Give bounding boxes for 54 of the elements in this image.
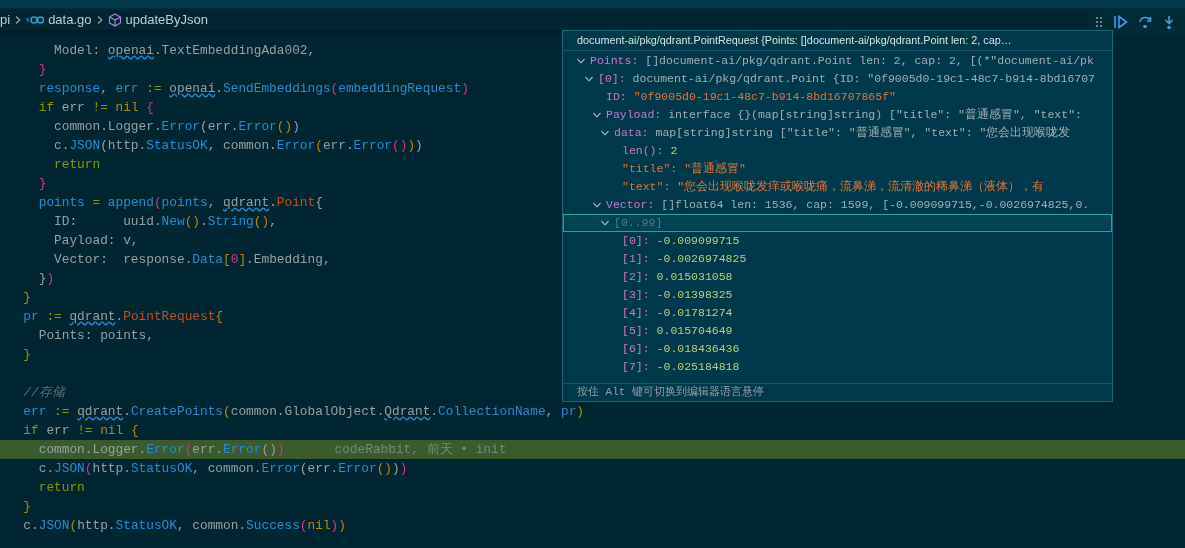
- code-line: points = append(points, qdrant.Point{: [37, 193, 323, 212]
- code-line: }: [22, 497, 32, 516]
- code-line: common.Logger.Error(err.Error()): [37, 440, 285, 459]
- tree-row[interactable]: len(): 2: [563, 142, 1112, 160]
- code-line: }: [37, 60, 47, 79]
- tree-row[interactable]: [3]: -0.01398325: [563, 286, 1112, 304]
- tree-row[interactable]: [1]: -0.0026974825: [563, 250, 1112, 268]
- breadcrumb-item[interactable]: data.go: [48, 9, 92, 30]
- step-into-icon[interactable]: [1163, 14, 1175, 30]
- drag-handle-icon[interactable]: [1095, 16, 1103, 28]
- tree-row[interactable]: [0]: -0.009099715: [563, 232, 1112, 250]
- tree-row[interactable]: ID: "0f9005d0-19c1-48c7-b914-8bd16707865f": [563, 88, 1112, 106]
- code-line: pr := qdrant.PointRequest{: [22, 307, 224, 326]
- code-line: return: [53, 155, 101, 174]
- breadcrumb-item[interactable]: pi: [0, 9, 11, 30]
- code-line: return: [37, 478, 85, 497]
- code-line: }: [22, 345, 32, 364]
- code-line: //存储: [22, 383, 65, 402]
- tree-row[interactable]: [2]: 0.015031058: [563, 268, 1112, 286]
- code-line: c.JSON(http.StatusOK, common.Success(nil)): [22, 516, 346, 535]
- tree-row[interactable]: "text": "您会出现喉咙发痒或喉咙痛，流鼻涕，流清澈的稀鼻涕（液体），有: [563, 178, 1112, 196]
- code-line: }: [22, 288, 32, 307]
- hover-footer: 按住 Alt 键可切换到编辑器语言悬停: [563, 383, 1112, 401]
- code-line: Vector: response.Data[0].Embedding,: [53, 250, 331, 269]
- code-line: if err != nil {: [37, 98, 154, 117]
- tree-row[interactable]: Points: []document-ai/pkg/qdrant.Point len: 2, cap: 2, [(*"document-ai/pk: [563, 52, 1112, 70]
- code-line: }): [37, 269, 55, 288]
- code-line: common.Logger.Error(err.Error()): [53, 117, 300, 136]
- tree-row[interactable]: [0]: document-ai/pkg/qdrant.Point {ID: "0f9005d0-19c1-48c7-b914-8bd16707: [563, 70, 1112, 88]
- code-line: c.JSON(http.StatusOK, common.Error(err.Error())): [53, 136, 423, 155]
- code-line: response, err := openai.SendEmbeddings(embeddingRequest): [37, 79, 469, 98]
- code-line: Model: openai.TextEmbeddingAda002,: [53, 41, 316, 60]
- continue-icon[interactable]: [1113, 15, 1128, 29]
- tree-row[interactable]: [6]: -0.018436436: [563, 340, 1112, 358]
- tree-row[interactable]: [4]: -0.01781274: [563, 304, 1112, 322]
- tree-row[interactable]: Payload: interface {}(map[string]string) ["title": "普通感冒", "text":: [563, 106, 1112, 124]
- code-line: Payload: v,: [53, 231, 139, 250]
- code-line: Points: points,: [37, 326, 154, 345]
- code-line: if err != nil {: [22, 421, 139, 440]
- blame-annotation: codeRabbit, 前天 • init: [334, 440, 507, 459]
- step-over-icon[interactable]: [1138, 15, 1153, 29]
- hover-header: document-ai/pkg/qdrant.PointRequest {Points: []document-ai/pkg/qdrant.Point len: 2, cap…: [563, 31, 1112, 51]
- go-file-icon: [26, 14, 45, 25]
- tree-row[interactable]: [5]: 0.015704649: [563, 322, 1112, 340]
- breadcrumb-item[interactable]: updateByJson: [125, 9, 208, 30]
- code-line: c.JSON(http.StatusOK, common.Error(err.Error())): [37, 459, 408, 478]
- code-line: err := qdrant.CreatePoints(common.GlobalObject.Qdrant.CollectionName, pr): [22, 402, 584, 421]
- tree-row[interactable]: Vector: []float64 len: 1536, cap: 1599, [-0.009099715,-0.0026974825,0.: [563, 196, 1112, 214]
- tree-row[interactable]: [7]: -0.025184818: [563, 358, 1112, 376]
- tree-row[interactable]: "title": "普通感冒": [563, 160, 1112, 178]
- code-line: }: [37, 174, 47, 193]
- code-line: ID: uuid.New().String(),: [53, 212, 277, 231]
- tree-row[interactable]: data: map[string]string ["title": "普通感冒", "text": "您会出现喉咙发: [563, 124, 1112, 142]
- cube-icon: [107, 12, 122, 27]
